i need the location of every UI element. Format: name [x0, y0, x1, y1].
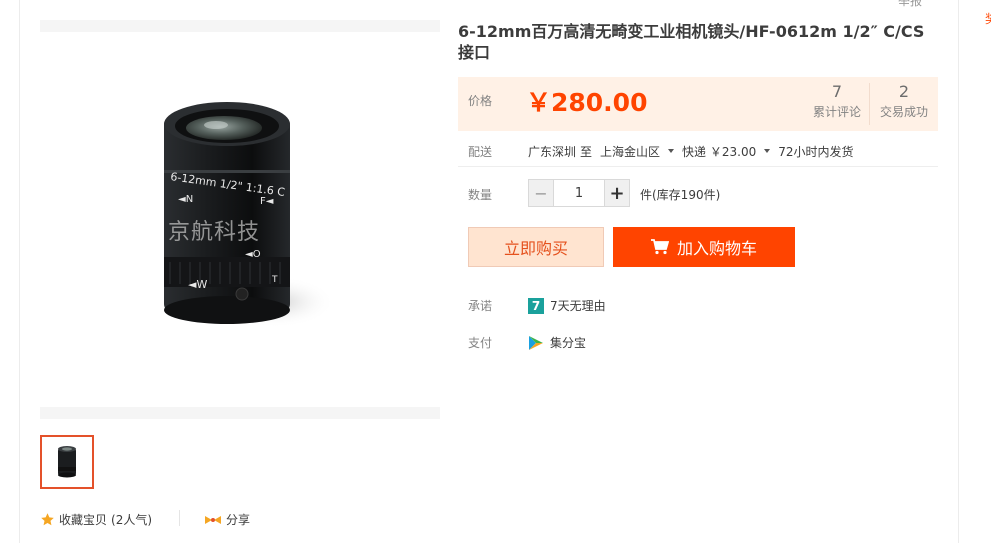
payment-row[interactable]: 集分宝: [528, 334, 586, 351]
svg-text:◄O: ◄O: [245, 249, 261, 260]
page-left-border: [19, 0, 20, 543]
ship-time: 72小时内发货: [778, 145, 854, 159]
reviews-stat[interactable]: 7 累计评论: [810, 82, 864, 120]
camera-lens-thumbnail: [58, 446, 76, 478]
price-label: 价格: [468, 94, 493, 108]
buy-now-button[interactable]: 立即购买: [468, 227, 604, 267]
quantity-decrease-button[interactable]: −: [528, 179, 554, 207]
stat-divider: [869, 83, 870, 125]
image-watermark: 京航科技: [168, 220, 261, 245]
collect-button[interactable]: 收藏宝贝 (2人气): [40, 511, 152, 528]
divider: [458, 166, 938, 167]
jifenbao-icon: [529, 335, 543, 350]
chevron-down-icon[interactable]: [668, 148, 675, 153]
share-icon: [205, 515, 221, 524]
footer-divider: [179, 510, 180, 526]
share-text: 分享: [226, 513, 251, 527]
trades-stat: 2 交易成功: [874, 82, 934, 120]
delivery-from: 广东深圳: [528, 145, 577, 159]
seven-day-icon: 7: [528, 297, 544, 314]
add-to-cart-button[interactable]: 加入购物车: [613, 227, 795, 267]
promise-row[interactable]: 7 7天无理由: [528, 297, 606, 314]
product-title: 6-12mm百万高清无畸变工业相机镜头/HF-0612m 1/2″ C/CS接口: [458, 22, 925, 62]
svg-text:T: T: [271, 275, 278, 285]
page-right-border: [958, 0, 959, 543]
collect-count: (2人气): [111, 513, 153, 527]
svg-text:◄N: ◄N: [178, 194, 193, 205]
cart-icon: [650, 239, 669, 255]
star-icon: [41, 513, 54, 526]
reviews-count: 7: [831, 82, 843, 101]
svg-text:◄W: ◄W: [188, 278, 207, 291]
trades-count: 2: [898, 82, 910, 101]
side-tab-char[interactable]: 奖: [985, 10, 991, 27]
price-value: ￥280.00: [526, 88, 648, 117]
quantity-input[interactable]: 1: [554, 179, 604, 207]
payment-label: 支付: [468, 336, 493, 350]
delivery-to-word: 至: [580, 145, 593, 159]
payment-text: 集分宝: [550, 336, 587, 350]
delivery-row: 广东深圳 至 上海金山区 快递 ￥23.00 72小时内发货: [528, 143, 854, 160]
stock-text: 件(库存190件): [640, 188, 721, 202]
report-link[interactable]: 举报: [898, 0, 922, 9]
destination-select[interactable]: 上海金山区: [600, 143, 660, 160]
reviews-label: 累计评论: [812, 105, 861, 119]
gallery-bottom-bar: [40, 407, 440, 419]
share-button[interactable]: 分享: [204, 511, 250, 528]
quantity-increase-button[interactable]: +: [604, 179, 630, 207]
shipping-select[interactable]: 快递 ￥23.00: [682, 143, 756, 160]
chevron-down-icon[interactable]: [764, 148, 771, 153]
gallery-top-bar: [40, 20, 440, 32]
delivery-label: 配送: [468, 145, 493, 159]
quantity-stepper: − 1 +: [528, 179, 630, 207]
trades-label: 交易成功: [879, 105, 928, 119]
svg-text:F◄: F◄: [260, 196, 274, 207]
promise-label: 承诺: [468, 299, 493, 313]
promise-text: 7天无理由: [550, 299, 606, 313]
add-to-cart-label: 加入购物车: [676, 239, 757, 258]
price-panel: 价格 ￥280.00 7 累计评论 2 交易成功: [458, 77, 938, 131]
quantity-label: 数量: [468, 188, 493, 202]
thumbnail-1[interactable]: [40, 435, 94, 489]
collect-text: 收藏宝贝: [59, 513, 108, 527]
